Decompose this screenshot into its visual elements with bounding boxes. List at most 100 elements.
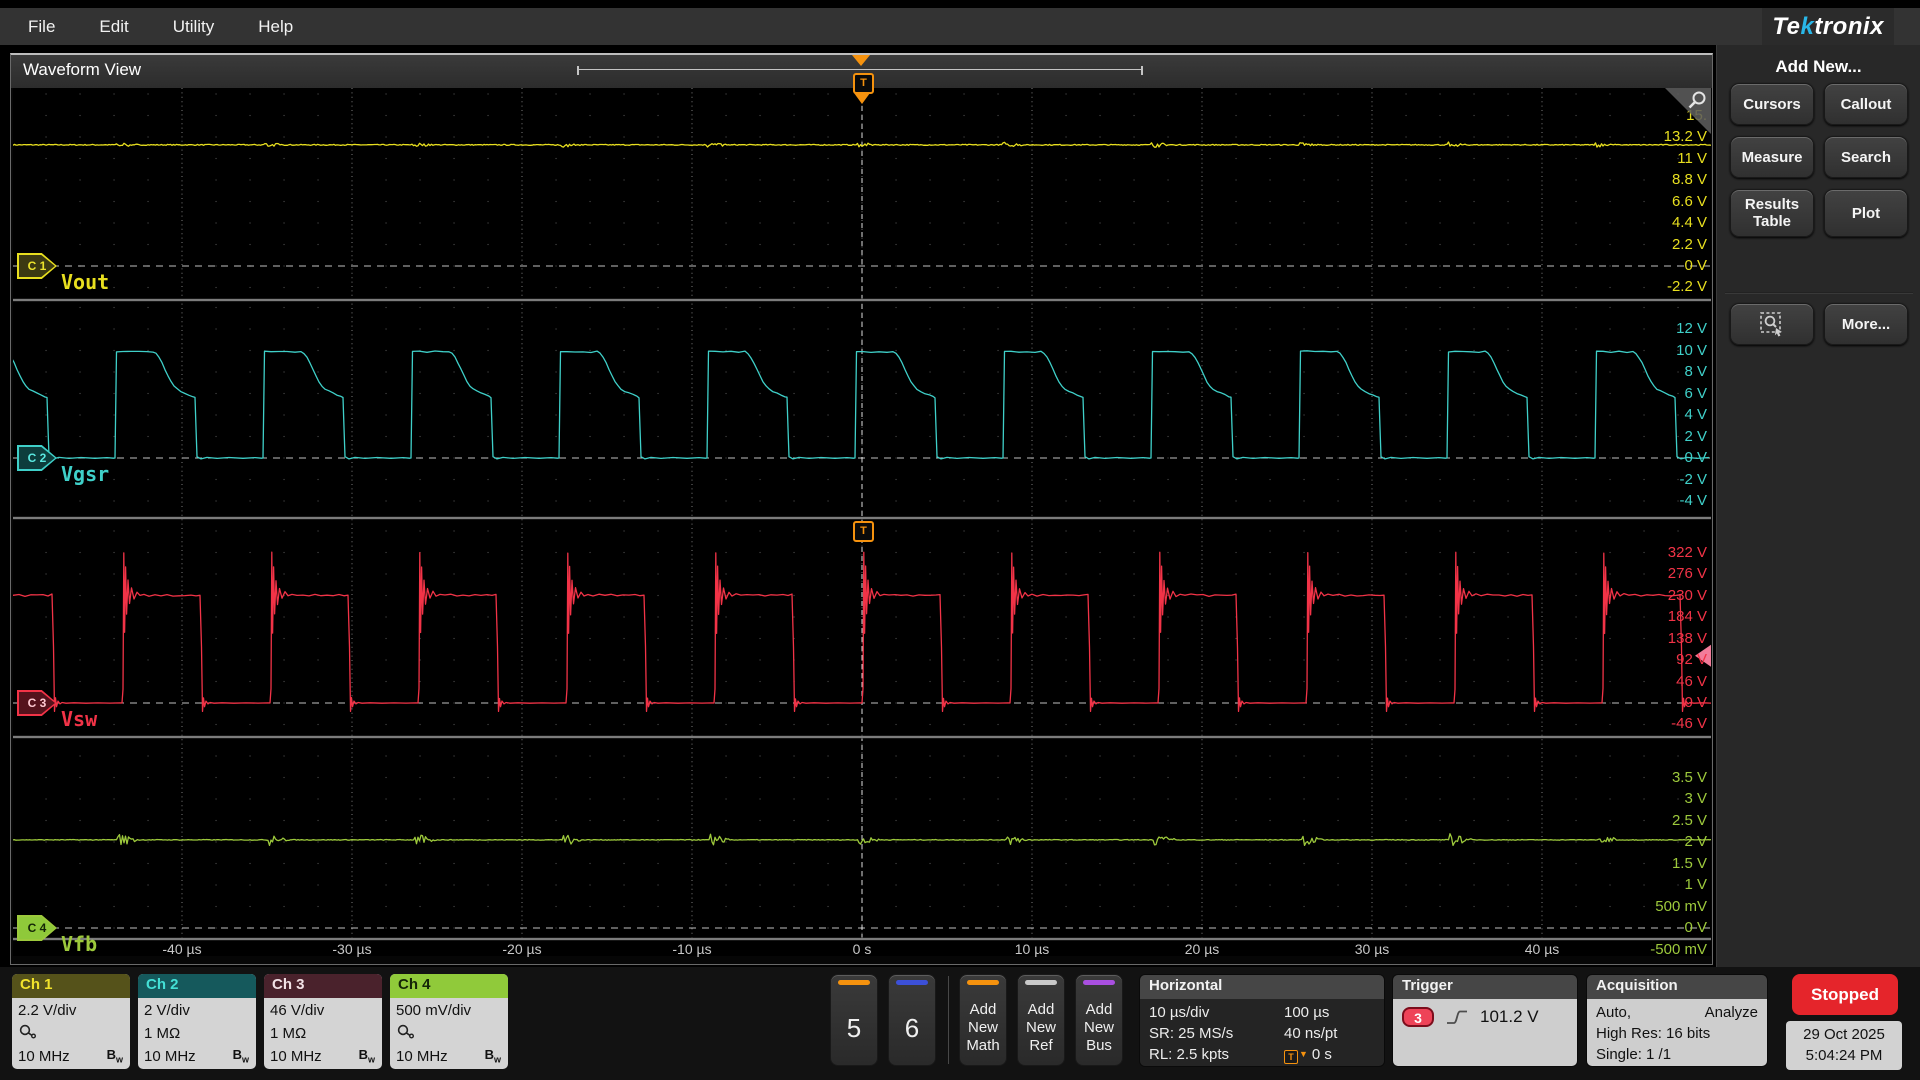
channel-name-label: Vgsr [61, 462, 110, 486]
add-new-ref-button[interactable]: Add New Ref [1017, 974, 1065, 1066]
channel-color-stripe [896, 980, 928, 985]
cursors-button[interactable]: Cursors [1730, 83, 1814, 125]
axis-label: 276 V [1667, 565, 1707, 583]
trigger-position-triangle-icon[interactable] [852, 55, 870, 66]
axis-label: 11 V [1677, 149, 1707, 167]
tektronix-logo: Te k tronix [1762, 8, 1894, 45]
trigger-flag-top[interactable]: T [853, 73, 874, 94]
channel-badge-row: Ch 1 2.2 V/div 10 MHz Bw Ch 22 V/div 1 MΩ 10 M… [12, 974, 508, 1069]
channel-handle-1[interactable]: C 1 [17, 253, 57, 279]
channel-scale: 46 V/div [270, 1002, 325, 1019]
channel-scale: 500 mV/div [396, 1002, 472, 1019]
search-button[interactable]: Search [1824, 136, 1908, 178]
axis-label: 2.2 V [1671, 235, 1707, 253]
plot-button[interactable]: Plot [1824, 189, 1908, 237]
channel-handle-label: C 1 [19, 255, 55, 277]
channel-handle-2[interactable]: C 2 [17, 445, 57, 471]
add-new-math-button[interactable]: Add New Math [959, 974, 1007, 1066]
zoom-select-icon [1760, 312, 1782, 337]
channel-handle-4[interactable]: C 4 [17, 915, 57, 941]
channel-name-label: Vout [61, 270, 110, 294]
axis-label: 0 V [1684, 919, 1707, 936]
trigger-flag-ch3[interactable]: T [853, 521, 874, 542]
axis-label: 8.8 V [1671, 171, 1707, 189]
bandwidth-limit-tag: Bw [106, 1047, 123, 1065]
acquisition-resolution: High Res: 16 bits [1596, 1025, 1711, 1042]
horizontal-panel-title: Horizontal [1140, 975, 1384, 999]
callout-button[interactable]: Callout [1824, 83, 1908, 125]
menu-help[interactable]: Help [258, 17, 293, 37]
acquisition-panel-title: Acquisition [1587, 975, 1767, 999]
axis-label: 184 V [1667, 608, 1707, 626]
menu-utility[interactable]: Utility [173, 17, 215, 37]
button-label: 6 [904, 1013, 920, 1043]
menu-edit[interactable]: Edit [99, 17, 128, 37]
channel-handle-3[interactable]: C 3 [17, 690, 57, 716]
channel-badge-2[interactable]: Ch 22 V/div 1 MΩ 10 MHz Bw [138, 974, 256, 1069]
bandwidth-limit-tag: Bw [358, 1047, 375, 1065]
axis-label: -2 V [1679, 470, 1707, 488]
channel-badge-header: Ch 4 [390, 974, 508, 998]
channel-name-label: Vsw [61, 707, 98, 731]
button-label: Add New Math [966, 1001, 1000, 1054]
button-color-stripe [1025, 980, 1057, 985]
channel-5-button[interactable]: 5 [830, 974, 878, 1066]
waveform-view-title: Waveform View [23, 60, 142, 79]
time-axis-label: 0 s [852, 941, 872, 957]
axis-label: -2.2 V [1666, 278, 1707, 296]
channel-badge-body: 2 V/div 1 MΩ 10 MHz Bw [138, 998, 256, 1069]
panel-separator [1725, 292, 1913, 294]
trigger-flag-icon: T [1284, 1050, 1298, 1064]
aux-button-row: 5 6 Add New Math Add New Ref Add New Bus [830, 974, 1133, 1066]
horizontal-value: T ▼ 0 s [1284, 1044, 1332, 1065]
trigger-triangle-top [854, 93, 870, 104]
axis-label: 0 V [1684, 257, 1707, 274]
axis-label: 0 V [1684, 694, 1707, 711]
channel-6-button[interactable]: 6 [888, 974, 936, 1066]
horizontal-panel[interactable]: Horizontal 10 µs/div 100 µs SR: 25 MS/s 40 … [1139, 974, 1385, 1067]
add-new-panel: Add New... Cursors Callout Measure Search Re… [1716, 45, 1920, 967]
zoom-select-button[interactable] [1730, 303, 1814, 345]
channel-handle-label: C 2 [19, 447, 55, 469]
magnifier-icon [1688, 91, 1706, 109]
axis-label: 6 V [1684, 384, 1707, 402]
menu-bar: File Edit Utility Help Te k tronix [0, 8, 1920, 45]
axis-label: 2.5 V [1671, 811, 1707, 829]
measure-button[interactable]: Measure [1730, 136, 1814, 178]
date-text: 29 Oct 2025 [1803, 1026, 1885, 1043]
more-button[interactable]: More... [1824, 303, 1908, 345]
channel-badge-4[interactable]: Ch 4 500 mV/div 10 MHz Bw [390, 974, 508, 1069]
trigger-panel-title: Trigger [1393, 975, 1577, 999]
add-new-title: Add New... [1775, 57, 1862, 76]
bandwidth-limit-tag: Bw [232, 1047, 249, 1065]
channel-badge-3[interactable]: Ch 3 46 V/div 1 MΩ 10 MHz Bw [264, 974, 382, 1069]
channel-scale: 2.2 V/div [18, 1002, 77, 1019]
probe-icon [19, 1024, 36, 1039]
channel-impedance: 1 MΩ [144, 1025, 181, 1042]
add-new-extra-row: More... [1730, 303, 1908, 345]
zoom-corner-icon[interactable] [1665, 88, 1711, 134]
logo-text: tronix [1814, 12, 1884, 40]
axis-label: 2 V [1684, 833, 1707, 850]
axis-label: 8 V [1684, 363, 1707, 380]
separator [948, 976, 949, 1064]
axis-label: 4.4 V [1671, 214, 1707, 231]
add-new-bus-button[interactable]: Add New Bus [1075, 974, 1123, 1066]
run-stop-button[interactable]: Stopped [1792, 974, 1898, 1015]
axis-label: 322 V [1667, 543, 1707, 561]
horizontal-value: 100 µs [1284, 1004, 1330, 1021]
axis-label: 46 V [1676, 672, 1707, 690]
channel-scale: 2 V/div [144, 1002, 190, 1019]
horizontal-row: SR: 25 MS/s 40 ns/pt [1149, 1023, 1375, 1044]
trigger-panel[interactable]: Trigger 3 101.2 V [1392, 974, 1578, 1067]
datetime-display[interactable]: 29 Oct 2025 5:04:24 PM [1786, 1021, 1902, 1070]
acquisition-panel[interactable]: Acquisition Auto, Analyze High Res: 16 bi… [1586, 974, 1768, 1067]
axis-label: 3.5 V [1671, 768, 1707, 786]
axis-label: -46 V [1671, 715, 1707, 733]
trigger-source-badge: 3 [1402, 1007, 1434, 1027]
menu-file[interactable]: File [28, 17, 55, 37]
results-table-button[interactable]: Results Table [1730, 189, 1814, 237]
axis-label: 0 V [1684, 449, 1707, 466]
channel-badge-1[interactable]: Ch 1 2.2 V/div 10 MHz Bw [12, 974, 130, 1069]
acquisition-mode: Auto, [1596, 1004, 1632, 1021]
